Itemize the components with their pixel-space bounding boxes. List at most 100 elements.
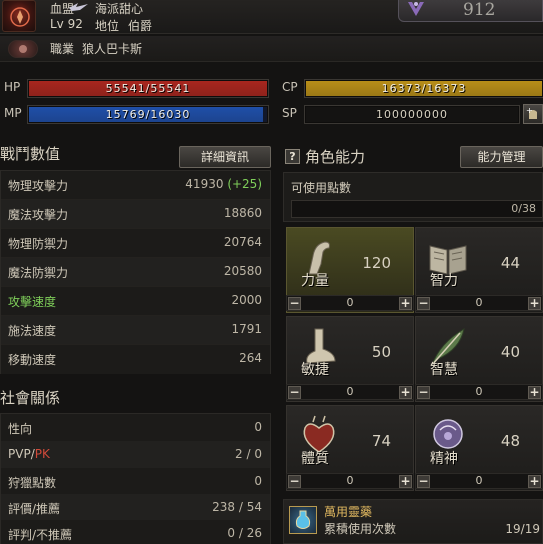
alloc-value: 0 [475, 474, 483, 487]
stat-tile-value: 40 [500, 343, 520, 361]
social-row-not-recommend: 評判/不推薦 0 / 26 [1, 520, 270, 544]
rank-value: 912 [463, 0, 496, 20]
social-name: 狩獵點數 [8, 476, 57, 490]
stat-value: 20580 [223, 264, 262, 278]
class-row: 職業 狼人巴卡斯 [0, 36, 543, 62]
stat-row-magic-attack: 魔法攻擊力 18860 [1, 200, 270, 229]
stat-value: 1791 [231, 322, 262, 336]
character-header: 血盟 海派甜心 Lv 92 地位 伯爵 912 [0, 0, 543, 34]
title-label: 地位 [95, 19, 120, 33]
stat-row-attack-speed: 攻擊速度 2000 [1, 287, 270, 316]
social-list: 性向 0 PVP/PK 2 / 0 狩獵點數 0 評價/推薦 238 / 54 … [0, 413, 271, 544]
social-value: 2 / 0 [235, 447, 262, 461]
stat-row-physical-defense: 物理防禦力 20764 [1, 229, 270, 258]
svg-text:+: + [526, 106, 533, 115]
available-points-bar: 0/38 [291, 200, 543, 218]
pledge-wing-icon [69, 3, 88, 11]
help-icon[interactable]: ? [285, 149, 300, 164]
stat-alloc-men: − 0 + [415, 473, 543, 489]
ability-manage-button[interactable]: 能力管理 [460, 146, 543, 168]
character-level: Lv 92 [50, 17, 83, 31]
mp-value: 15769/16030 [105, 108, 191, 121]
class-label: 職業 [50, 42, 75, 56]
pvp-label: PVP [8, 447, 31, 461]
stat-row-move-speed: 移動速度 264 [1, 345, 270, 374]
stat-alloc-str: − 0 + [286, 295, 414, 311]
elixir-row: 萬用靈藥 累積使用次數 19/19 [283, 499, 543, 544]
stat-row-magic-defense: 魔法防禦力 20580 [1, 258, 270, 287]
sp-bar: 100000000 [305, 106, 519, 123]
hp-label: HP [4, 80, 21, 94]
increase-button[interactable]: + [399, 297, 412, 310]
stat-tile-value: 74 [371, 432, 391, 450]
stat-value: 18860 [223, 206, 262, 220]
available-points-panel: 可使用點數 0/38 [283, 172, 543, 222]
sp-bag-icon: + [526, 106, 537, 119]
social-row-pvp-pk: PVP/PK 2 / 0 [1, 441, 270, 470]
social-row-recommend: 評價/推薦 238 / 54 [1, 494, 270, 523]
increase-button[interactable]: + [399, 386, 412, 399]
stat-alloc-dex: − 0 + [286, 384, 414, 400]
stat-name: 移動速度 [8, 353, 57, 367]
social-title: 社會關係 [0, 389, 61, 407]
social-value: 238 / 54 [212, 500, 262, 514]
social-name: 評判/不推薦 [8, 528, 73, 542]
stat-row-cast-speed: 施法速度 1791 [1, 316, 270, 345]
stat-tile-value: 48 [500, 432, 520, 450]
stat-tile-value: 120 [362, 254, 391, 272]
mp-label: MP [4, 106, 22, 120]
stat-tile-name: 智慧 [430, 362, 458, 378]
stat-row-physical-attack: 物理攻擊力 41930 (+25) [1, 171, 270, 200]
combat-stats-title: 戰鬥數值 [0, 145, 61, 163]
sp-value: 100000000 [376, 108, 448, 121]
elixir-name: 萬用靈藥 [324, 505, 373, 519]
stat-tile-value: 44 [500, 254, 520, 272]
alloc-value: 0 [475, 385, 483, 398]
increase-button[interactable]: + [528, 475, 541, 488]
sp-item-button[interactable]: + [523, 104, 543, 124]
alloc-value: 0 [475, 296, 483, 309]
stat-tile-name: 力量 [301, 273, 329, 289]
stat-name: 攻擊速度 [8, 295, 57, 309]
available-points-label: 可使用點數 [291, 181, 352, 195]
clan-crest-icon [2, 0, 36, 32]
clan-name: 海派甜心 [95, 2, 144, 16]
stat-tile-value: 50 [371, 343, 391, 361]
stat-value-number: 41930 [185, 177, 224, 191]
elixir-usage-value: 19/19 [505, 522, 540, 536]
detail-info-button[interactable]: 詳細資訊 [179, 146, 271, 168]
increase-button[interactable]: + [528, 386, 541, 399]
stat-alloc-wit: − 0 + [415, 384, 543, 400]
title-value: 伯爵 [128, 19, 153, 33]
alloc-value: 0 [346, 385, 354, 398]
stat-alloc-con: − 0 + [286, 473, 414, 489]
hp-value: 55541/55541 [105, 82, 191, 95]
elixir-usage-label: 累積使用次數 [324, 522, 397, 536]
elixir-icon[interactable] [289, 506, 317, 534]
stat-name: 物理攻擊力 [8, 179, 69, 193]
rank-insignia-icon [408, 2, 424, 16]
cp-value: 16373/16373 [381, 82, 467, 95]
stat-tile-name: 智力 [430, 273, 458, 289]
stat-tile-name: 敏捷 [301, 362, 329, 378]
increase-button[interactable]: + [399, 475, 412, 488]
combat-stats-list: 物理攻擊力 41930 (+25) 魔法攻擊力 18860 物理防禦力 2076… [0, 170, 271, 374]
social-value: 0 [254, 420, 262, 434]
social-name: 性向 [8, 422, 33, 436]
cp-label: CP [282, 80, 298, 94]
hp-bar: 55541/55541 [28, 80, 268, 97]
social-name: PVP/PK [8, 447, 50, 461]
social-value: 0 [254, 474, 262, 488]
social-row-alignment: 性向 0 [1, 414, 270, 443]
rank-badge: 912 [398, 0, 543, 22]
stat-value: 41930 (+25) [185, 177, 262, 191]
stat-value: 264 [239, 351, 262, 365]
alloc-value: 0 [346, 474, 354, 487]
stat-alloc-int: − 0 + [415, 295, 543, 311]
class-value: 狼人巴卡斯 [82, 42, 143, 56]
sp-label: SP [282, 106, 297, 120]
pk-label: PK [34, 447, 50, 461]
increase-button[interactable]: + [528, 297, 541, 310]
stat-name: 施法速度 [8, 324, 57, 338]
stat-bonus: (+25) [227, 177, 262, 191]
